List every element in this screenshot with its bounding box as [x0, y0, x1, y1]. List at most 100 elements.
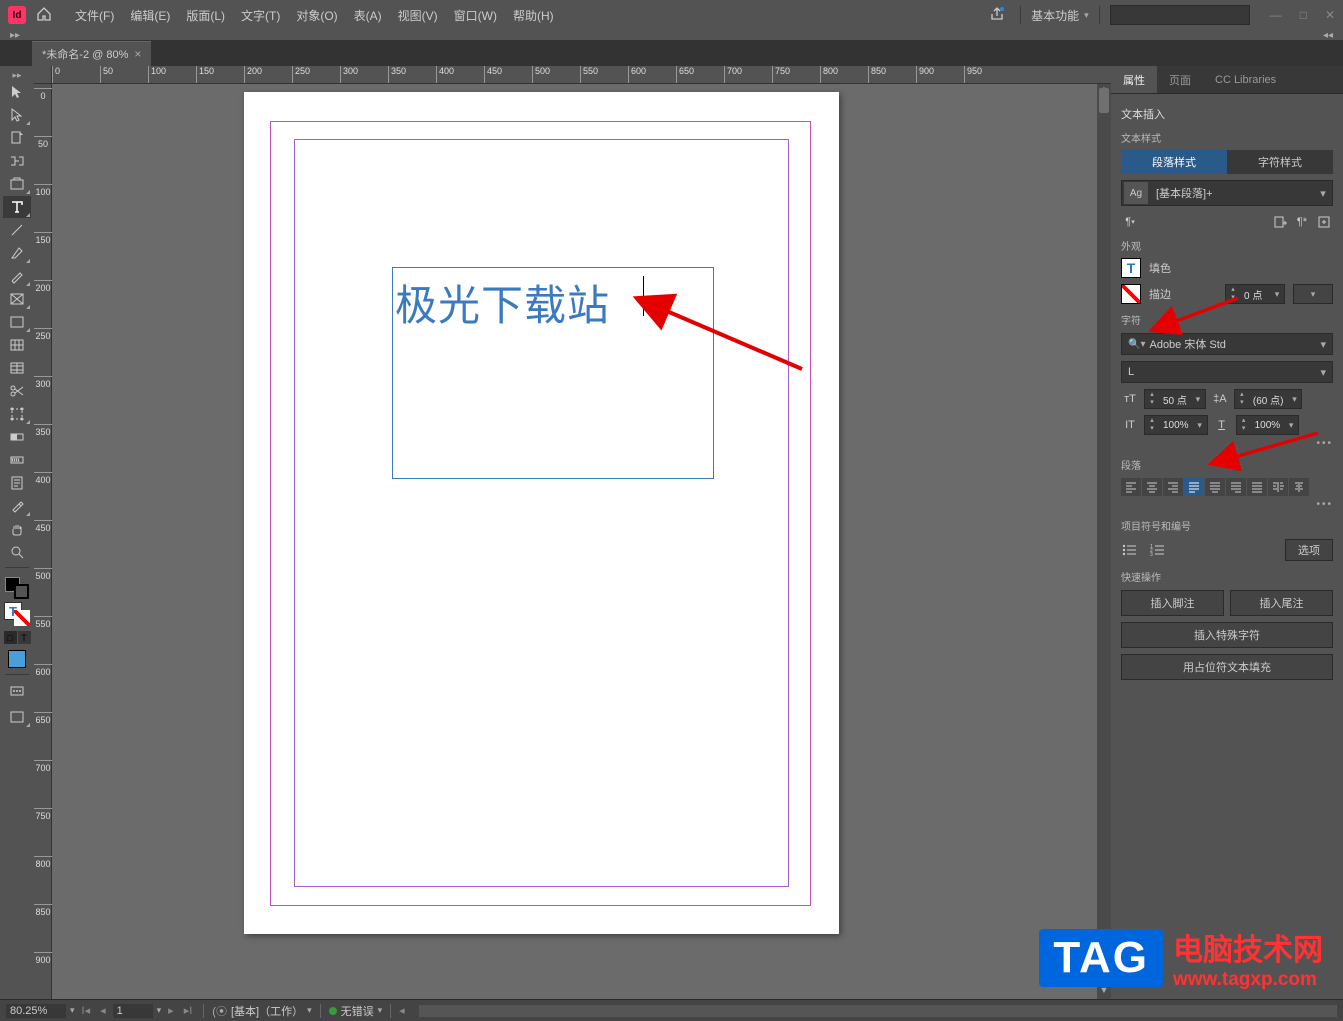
zoom-tool[interactable] [3, 541, 31, 563]
scrollbar-horizontal[interactable] [419, 1005, 1337, 1017]
chevron-down-icon[interactable]: ▾ [1320, 366, 1326, 379]
format-text-icon[interactable]: T [18, 631, 31, 644]
vscale-input[interactable]: ▴▾ 100% ▾ [1144, 415, 1208, 435]
more-character-icon[interactable]: ••• [1121, 438, 1333, 449]
share-icon[interactable] [989, 6, 1005, 25]
align-towards-spine[interactable] [1268, 478, 1288, 496]
ruler-vertical[interactable]: 0501001502002503003504004505005506006507… [34, 84, 52, 999]
tab-cc-libraries[interactable]: CC Libraries [1203, 66, 1288, 93]
menu-edit[interactable]: 编辑(E) [122, 7, 178, 24]
menu-window[interactable]: 窗口(W) [446, 7, 505, 24]
eyedropper-tool[interactable] [3, 495, 31, 517]
workspace-switcher[interactable]: 基本功能▾ [1021, 7, 1099, 24]
new-style-icon[interactable] [1271, 214, 1289, 230]
bulleted-list-icon[interactable] [1121, 542, 1139, 558]
stroke-style-select[interactable]: ▾ [1293, 284, 1333, 304]
prev-page-button[interactable]: ◂ [97, 1004, 109, 1017]
menu-table[interactable]: 表(A) [346, 7, 390, 24]
open-navigator-icon[interactable]: (⦿ [212, 1003, 227, 1019]
justify-right[interactable] [1226, 478, 1246, 496]
home-icon[interactable] [36, 6, 52, 25]
first-page-button[interactable]: I◂ [79, 1004, 94, 1017]
content-collector-tool[interactable] [3, 173, 31, 195]
last-page-button[interactable]: ▸I [181, 1004, 196, 1017]
align-left[interactable] [1121, 478, 1141, 496]
maximize-button[interactable]: □ [1300, 8, 1307, 22]
justify-center[interactable] [1205, 478, 1225, 496]
scroll-thumb[interactable] [1099, 88, 1109, 113]
insert-special-char-button[interactable]: 插入特殊字符 [1121, 622, 1333, 648]
expand-control-icon[interactable]: ▸▸ [0, 30, 30, 41]
chevron-down-icon[interactable]: ▾ [1314, 187, 1332, 200]
search-input[interactable] [1110, 5, 1250, 25]
more-paragraph-icon[interactable]: ••• [1121, 499, 1333, 510]
character-style-tab[interactable]: 字符样式 [1227, 150, 1333, 174]
pen-tool[interactable] [3, 242, 31, 264]
align-away-spine[interactable] [1289, 478, 1309, 496]
minimize-button[interactable]: — [1270, 8, 1282, 22]
selection-tool[interactable] [3, 81, 31, 103]
justify-left[interactable] [1184, 478, 1204, 496]
font-family-select[interactable]: 🔍▾ Adobe 宋体 Std ▾ [1121, 333, 1333, 355]
menu-view[interactable]: 视图(V) [390, 7, 446, 24]
direct-selection-tool[interactable] [3, 104, 31, 126]
gradient-feather-tool[interactable] [3, 449, 31, 471]
align-right[interactable] [1163, 478, 1183, 496]
chevron-down-icon[interactable]: ▾ [1320, 338, 1326, 351]
redefine-style-icon[interactable] [1315, 214, 1333, 230]
preflight-status-icon[interactable] [329, 1007, 337, 1015]
leading-input[interactable]: ▴▾ (60 点) ▾ [1234, 389, 1303, 409]
text-color-indicator[interactable]: T [4, 602, 30, 626]
stroke-color-swatch[interactable] [14, 584, 29, 599]
close-button[interactable]: ✕ [1325, 8, 1335, 22]
next-page-button[interactable]: ▸ [165, 1004, 177, 1017]
scrollbar-vertical[interactable]: ▲ ▼ [1097, 84, 1111, 999]
pilcrow-icon[interactable]: ¶▾ [1121, 214, 1139, 230]
free-transform-tool[interactable] [3, 403, 31, 425]
note-tool[interactable] [3, 472, 31, 494]
text-frame[interactable]: 极光下载站 [392, 267, 714, 479]
stroke-swatch[interactable] [1121, 284, 1141, 304]
screen-mode-preview[interactable] [3, 706, 31, 728]
menu-layout[interactable]: 版面(L) [178, 7, 233, 24]
line-tool[interactable] [3, 219, 31, 241]
font-weight-select[interactable]: L ▾ [1121, 361, 1333, 383]
pencil-tool[interactable] [3, 265, 31, 287]
tab-pages[interactable]: 页面 [1157, 66, 1203, 93]
rectangle-frame-tool[interactable] [3, 288, 31, 310]
scissors-tool[interactable] [3, 380, 31, 402]
clear-override-icon[interactable]: ¶* [1293, 214, 1311, 230]
text-content[interactable]: 极光下载站 [393, 268, 713, 337]
gradient-swatch-tool[interactable] [3, 426, 31, 448]
paragraph-style-tab[interactable]: 段落样式 [1121, 150, 1227, 174]
grid-tool[interactable] [3, 334, 31, 356]
hand-tool[interactable] [3, 518, 31, 540]
format-container-icon[interactable]: □ [4, 631, 17, 644]
rectangle-tool[interactable] [3, 311, 31, 333]
page-number-input[interactable]: 1 [113, 1004, 153, 1018]
type-tool[interactable] [3, 196, 31, 218]
apply-color-icon[interactable] [8, 650, 26, 668]
document-tab[interactable]: *未命名-2 @ 80% × [32, 41, 151, 66]
screen-mode-normal[interactable] [3, 681, 31, 703]
numbered-list-icon[interactable]: 123 [1149, 542, 1167, 558]
profile-label[interactable]: [基本]（工作） [231, 1003, 303, 1019]
tab-properties[interactable]: 属性 [1111, 66, 1157, 93]
menu-help[interactable]: 帮助(H) [505, 7, 562, 24]
zoom-input[interactable]: 80.25% [6, 1004, 66, 1018]
fill-swatch[interactable]: T [1121, 258, 1141, 278]
hscale-input[interactable]: ▴▾ 100% ▾ [1236, 415, 1300, 435]
gap-tool[interactable] [3, 150, 31, 172]
paragraph-style-select[interactable]: Ag [基本段落]+ ▾ [1121, 180, 1333, 206]
menu-type[interactable]: 文字(T) [233, 7, 288, 24]
fill-placeholder-button[interactable]: 用占位符文本填充 [1121, 654, 1333, 680]
stroke-weight-input[interactable]: ▴▾ 0 点 ▾ [1225, 284, 1285, 304]
canvas[interactable]: 极光下载站 [52, 84, 1111, 999]
close-tab-icon[interactable]: × [134, 47, 141, 61]
table-tool[interactable] [3, 357, 31, 379]
justify-all[interactable] [1247, 478, 1267, 496]
font-size-input[interactable]: ▴▾ 50 点 ▾ [1144, 389, 1206, 409]
ruler-horizontal[interactable]: 0501001502002503003504004505005506006507… [34, 66, 1111, 84]
menu-file[interactable]: 文件(F) [67, 7, 122, 24]
page-tool[interactable] [3, 127, 31, 149]
